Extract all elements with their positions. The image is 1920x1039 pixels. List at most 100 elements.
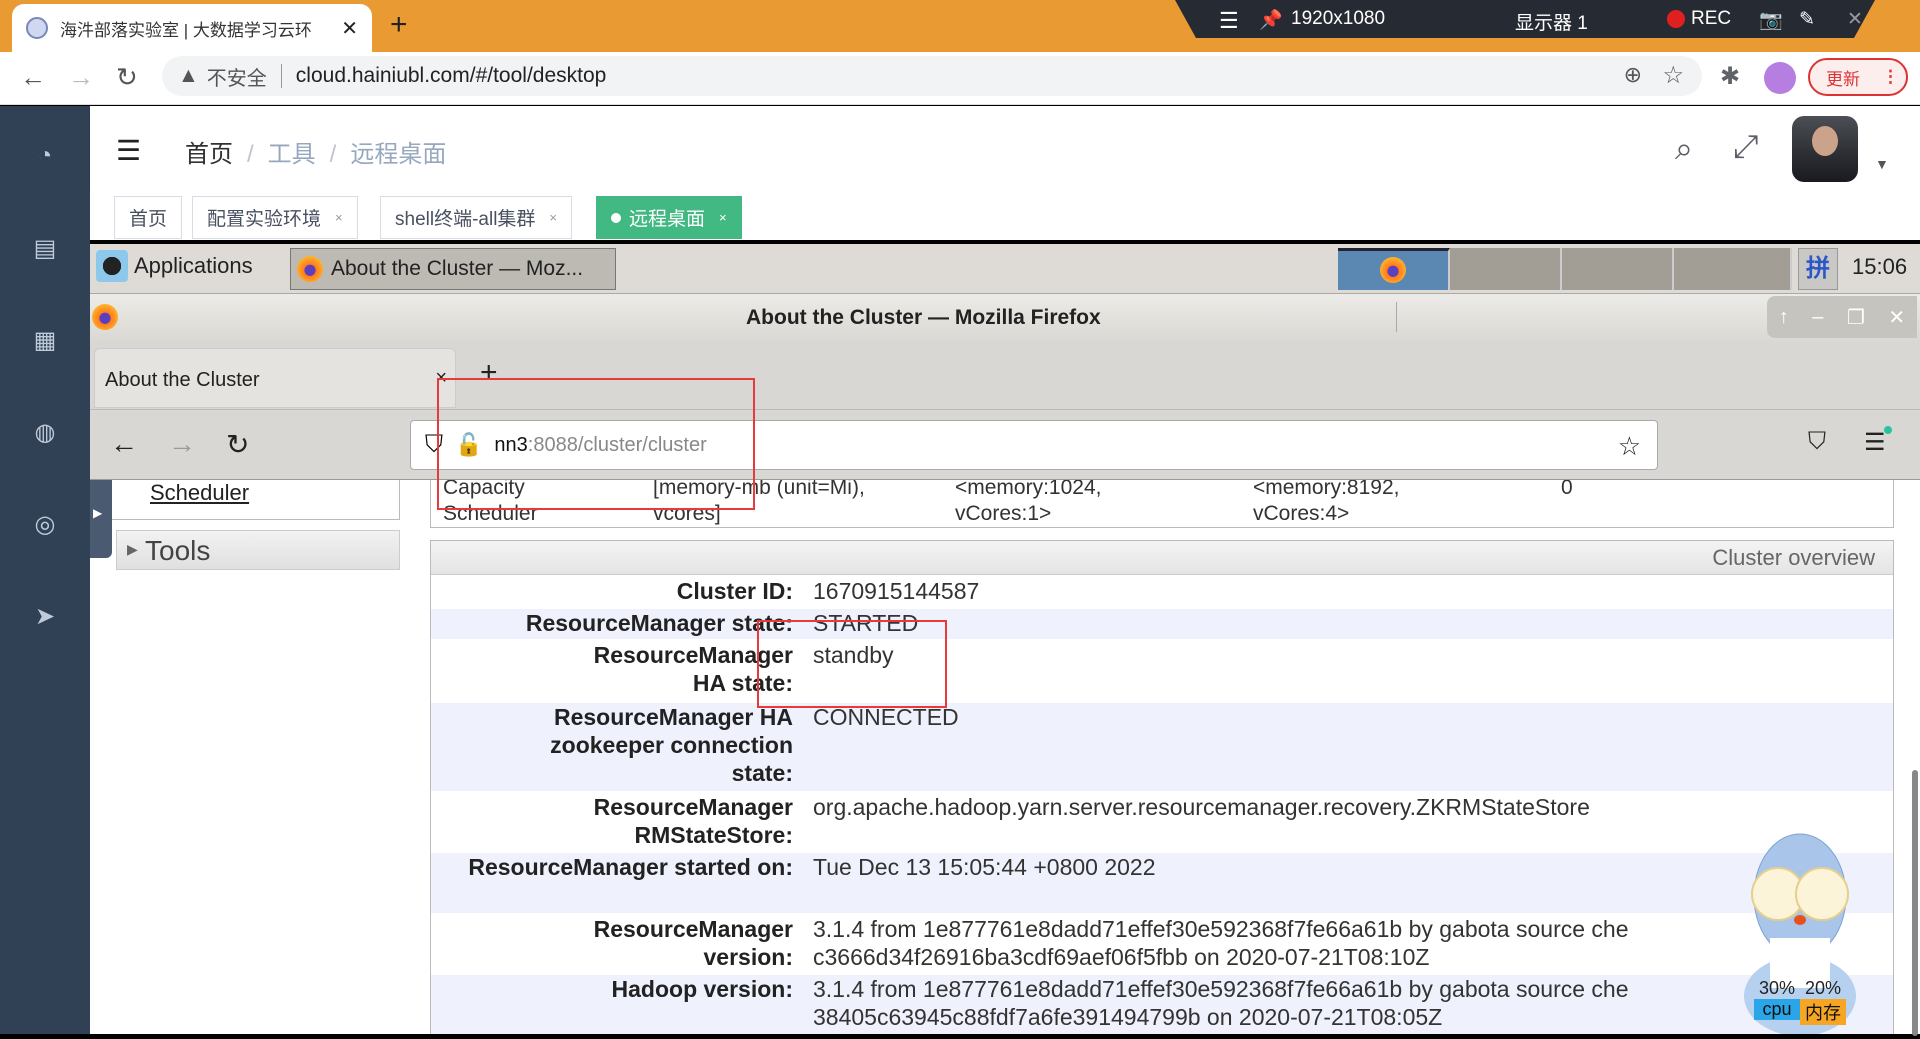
- applications-label: Applications: [134, 253, 253, 278]
- table-row: Hadoop version: 3.1.4 from 1e877761e8dadd…: [431, 975, 1893, 1034]
- back-button[interactable]: ←: [110, 428, 138, 460]
- active-dot-icon: [611, 212, 621, 223]
- tag-shell-terminal[interactable]: shell终端-all集群 ×: [380, 196, 573, 239]
- pocket-icon[interactable]: ⛉: [1808, 428, 1826, 456]
- nav-tools-label: Tools: [145, 535, 211, 566]
- tags-view: 首页 配置实验环境 × shell终端-all集群 × 远程桌面 ×: [90, 190, 1920, 240]
- row-value: CONNECTED: [813, 704, 959, 730]
- row-value: org.apache.hadoop.yarn.server.resourcema…: [813, 794, 1590, 820]
- forward-button[interactable]: →: [168, 428, 196, 460]
- search-icon[interactable]: ⌕: [1675, 130, 1693, 168]
- display-label[interactable]: 显示器 1: [1515, 8, 1588, 35]
- minimize-icon[interactable]: ‒: [1812, 306, 1823, 329]
- notification-dot: [1884, 426, 1892, 434]
- row-key: ResourceManager RMStateStore:: [593, 794, 793, 848]
- new-tab-button[interactable]: +: [390, 8, 408, 42]
- sidebar-toggle-icon[interactable]: ☰: [116, 134, 141, 167]
- table-row: ResourceManager RMStateStore: org.apache.…: [431, 793, 1893, 853]
- tag-label: 配置实验环境: [207, 209, 322, 230]
- tag-close-icon[interactable]: ×: [719, 210, 727, 225]
- remote-desktop[interactable]: Applications About the Cluster — Moz... …: [90, 244, 1920, 1036]
- fullscreen-icon[interactable]: ⤢: [1733, 128, 1759, 166]
- resource-types: [memory-mb (unit=Mi),: [653, 480, 865, 499]
- bookmark-star-icon[interactable]: ☆: [1662, 61, 1684, 90]
- extensions-icon[interactable]: ✱: [1720, 62, 1740, 91]
- table-row: ResourceManager state: STARTED: [431, 609, 1893, 639]
- reload-button[interactable]: ↻: [116, 62, 138, 93]
- row-value: 1670915144587: [813, 578, 980, 604]
- pen-icon[interactable]: ✎: [1799, 8, 1815, 31]
- tag-close-icon[interactable]: ×: [549, 210, 557, 225]
- document-icon[interactable]: ▤: [30, 234, 60, 264]
- grid-apps-icon[interactable]: ▦: [30, 326, 60, 356]
- firefox-icon: [1380, 257, 1406, 283]
- paper-plane-icon[interactable]: ➤: [30, 602, 60, 632]
- menu-icon[interactable]: ☰: [1219, 8, 1239, 34]
- row-key: ResourceManager started on:: [468, 854, 793, 880]
- breadcrumb-tools[interactable]: 工具: [268, 141, 316, 168]
- taskbar-window-label: About the Cluster — Moz...: [331, 257, 584, 280]
- security-label: 不安全: [206, 67, 267, 90]
- sidebar-drag-handle[interactable]: ▶: [90, 480, 112, 558]
- cluster-overview-header: Cluster overview: [431, 541, 1893, 575]
- forward-button[interactable]: →: [68, 62, 94, 93]
- workspace-1[interactable]: [1338, 248, 1450, 290]
- caret-down-icon[interactable]: ▼: [1875, 156, 1889, 172]
- close-tab-icon[interactable]: ×: [435, 367, 447, 390]
- url-text[interactable]: cloud.hainiubl.com/#/tool/desktop: [296, 64, 607, 88]
- row-key: Cluster ID:: [676, 578, 793, 604]
- breadcrumb-remote-desktop: 远程桌面: [350, 141, 447, 168]
- maximize-icon[interactable]: ❐: [1847, 305, 1865, 330]
- ime-indicator[interactable]: 拼: [1798, 248, 1838, 290]
- user-avatar[interactable]: [1792, 116, 1858, 182]
- update-button[interactable]: 更新 ⋮: [1808, 58, 1908, 96]
- page-scrollbar[interactable]: [1912, 770, 1918, 1036]
- max-allocation: vCores:4>: [1253, 502, 1350, 525]
- window-title: About the Cluster — Mozilla Firefox: [746, 306, 1101, 329]
- expand-arrow-icon: ▶: [93, 506, 103, 520]
- rec-label[interactable]: REC: [1691, 8, 1731, 30]
- tag-close-icon[interactable]: ×: [335, 210, 343, 225]
- new-tab-button[interactable]: +: [480, 356, 498, 390]
- insecure-lock-icon[interactable]: 🔓: [455, 432, 482, 458]
- table-row: ResourceManager HA zookeeper connection …: [431, 703, 1893, 791]
- pin-icon[interactable]: 📌: [1259, 8, 1283, 32]
- reload-button[interactable]: ↻: [226, 428, 249, 461]
- nav-link-scheduler[interactable]: Scheduler: [150, 480, 249, 506]
- zoom-icon[interactable]: ⊕: [1624, 62, 1642, 88]
- nav-tools-section[interactable]: ▶ Tools: [116, 530, 400, 570]
- tag-remote-desktop[interactable]: 远程桌面 ×: [596, 196, 742, 239]
- breadcrumb-home[interactable]: 首页: [185, 141, 233, 168]
- browser-tab[interactable]: 海汼部落实验室 | 大数据学习云环 ✕: [12, 4, 372, 52]
- workspace-2[interactable]: [1450, 248, 1562, 290]
- shield-icon[interactable]: ⛉: [425, 431, 443, 459]
- workspace-3[interactable]: [1562, 248, 1674, 290]
- dashboard-icon[interactable]: ◔: [30, 142, 60, 172]
- globe-icon[interactable]: ◍: [30, 418, 60, 448]
- taskbar-firefox-window[interactable]: About the Cluster — Moz...: [290, 248, 616, 290]
- expand-triangle-icon: ▶: [127, 541, 138, 557]
- workspace-4[interactable]: [1674, 248, 1792, 290]
- applications-menu[interactable]: Applications: [96, 250, 253, 282]
- warning-icon: ▲: [178, 64, 199, 87]
- shade-icon[interactable]: ↑: [1779, 306, 1789, 329]
- url-host: nn3: [494, 433, 528, 456]
- breadcrumb-separator: /: [329, 141, 337, 168]
- yarn-cluster-page: Scheduler ▶ Tools ▶ Capacity Scheduler [m…: [90, 480, 1920, 1034]
- more-icon[interactable]: ⋮: [1882, 67, 1899, 87]
- lifebuoy-icon[interactable]: ◎: [30, 510, 60, 540]
- url-bar[interactable]: ⛉ 🔓 nn3:8088/cluster/cluster ☆: [410, 420, 1658, 470]
- profile-avatar-icon[interactable]: [1764, 62, 1796, 94]
- tag-home[interactable]: 首页: [114, 196, 183, 239]
- camera-icon[interactable]: 📷: [1759, 8, 1783, 32]
- address-bar[interactable]: ▲ 不安全 cloud.hainiubl.com/#/tool/desktop …: [162, 56, 1702, 96]
- firefox-tab[interactable]: About the Cluster ×: [94, 348, 456, 408]
- clock: 15:06: [1852, 254, 1908, 279]
- close-icon[interactable]: ✕: [1847, 8, 1863, 31]
- close-tab-icon[interactable]: ✕: [341, 16, 358, 41]
- tag-config-env[interactable]: 配置实验环境 ×: [192, 196, 358, 239]
- close-window-icon[interactable]: ✕: [1888, 305, 1905, 330]
- bookmark-star-icon[interactable]: ☆: [1618, 431, 1641, 462]
- app-menu-icon[interactable]: ☰: [1864, 428, 1886, 457]
- back-button[interactable]: ←: [20, 62, 46, 93]
